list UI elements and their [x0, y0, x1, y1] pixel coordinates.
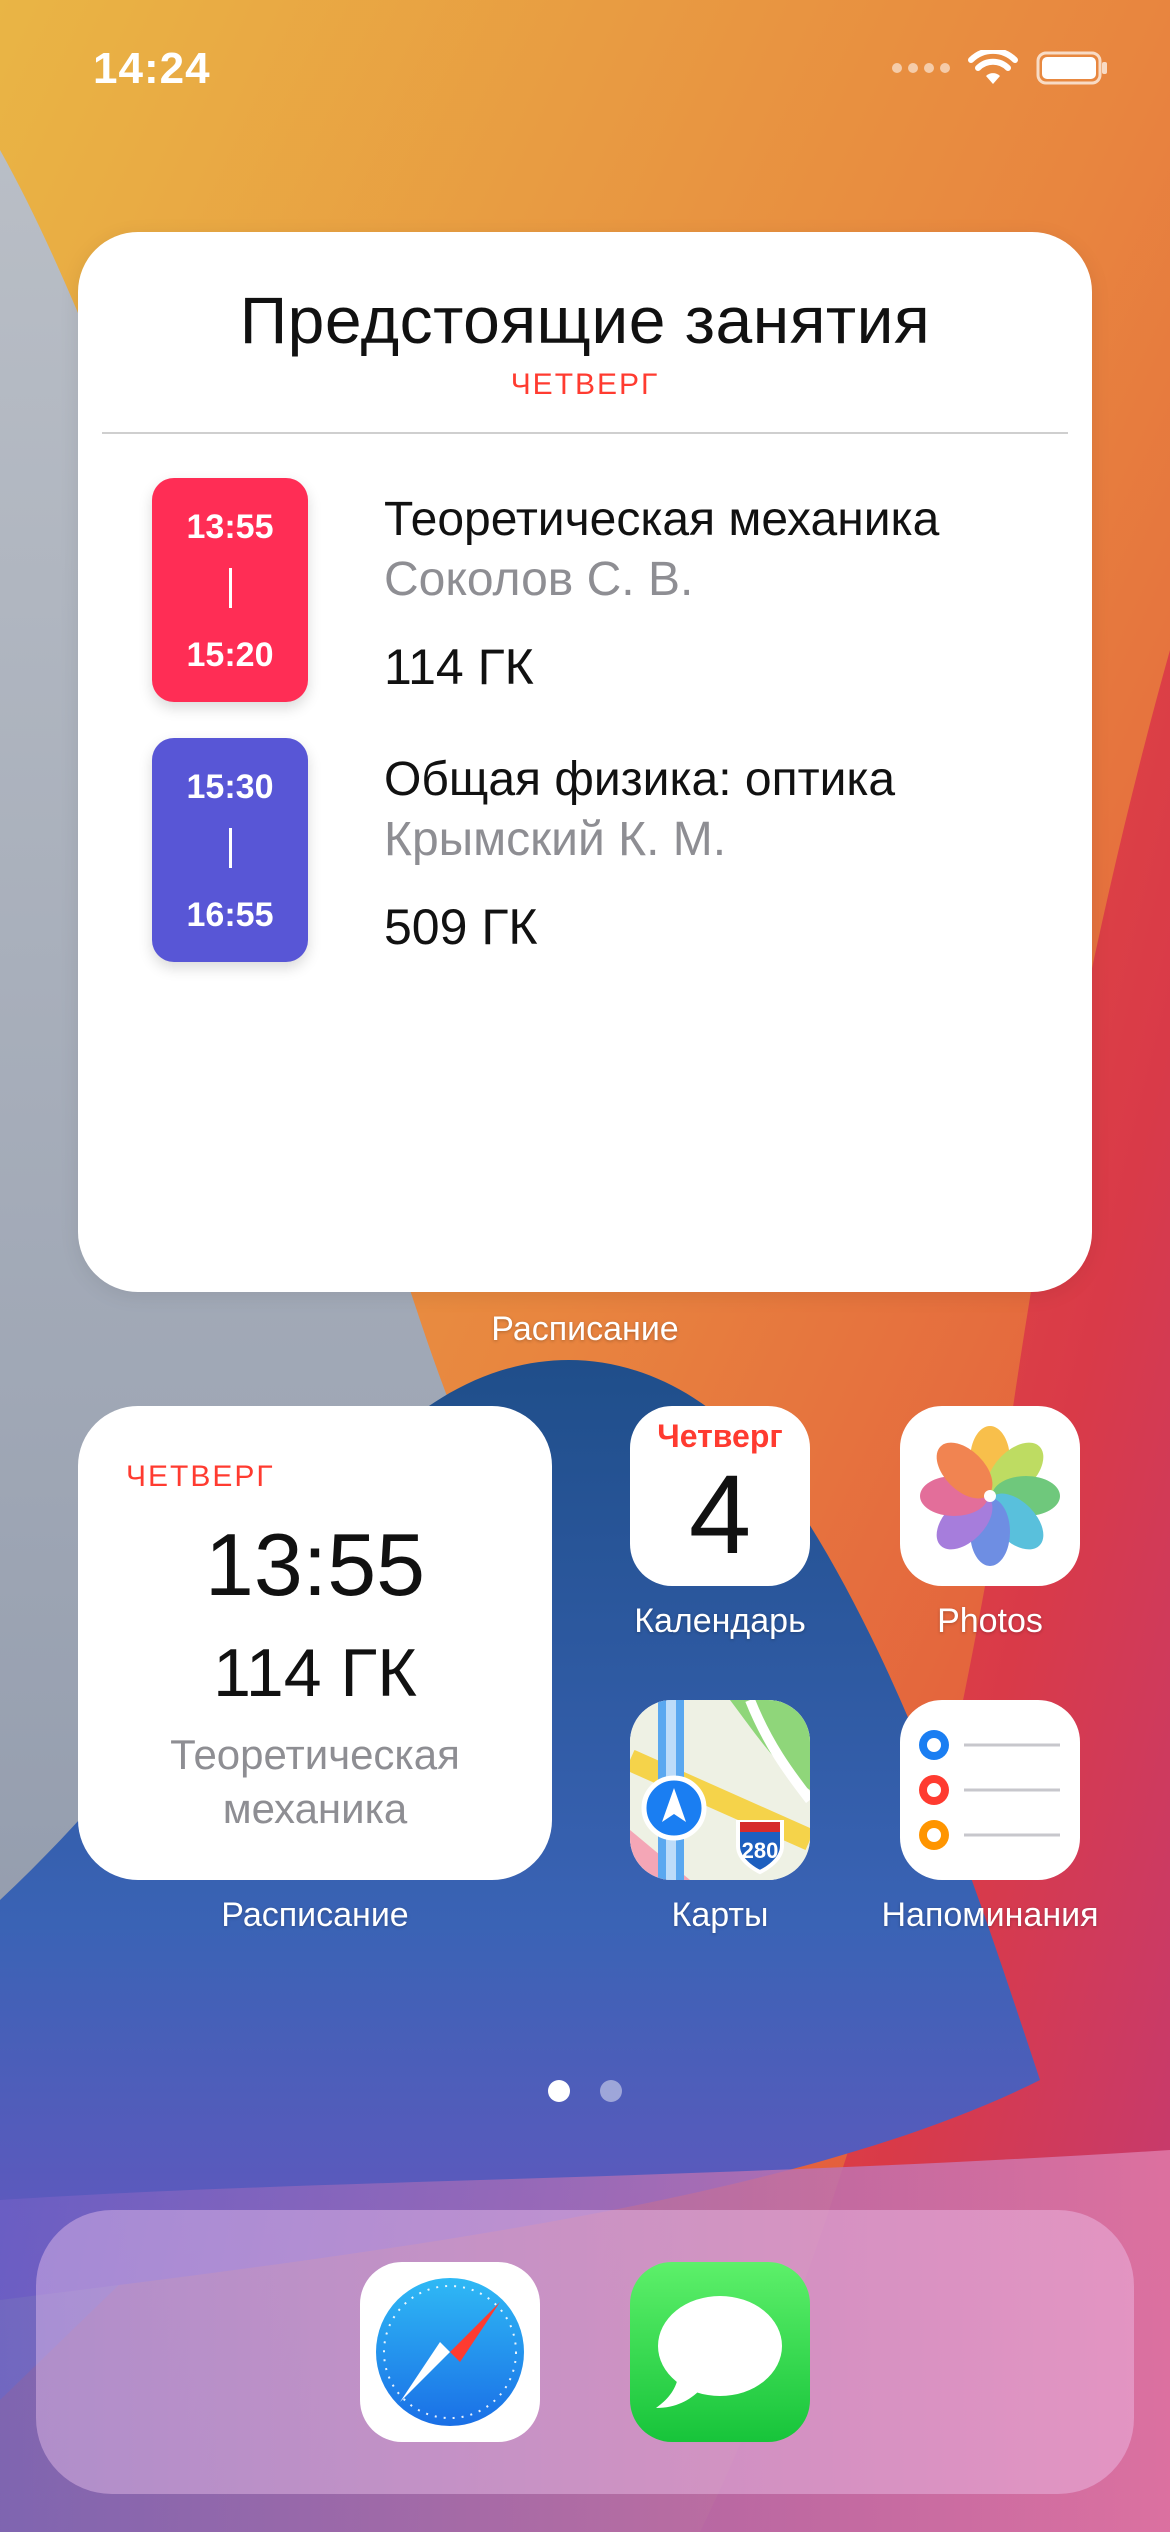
calendar-app-icon[interactable]: Четверг 4	[630, 1406, 810, 1586]
next-lesson-time: 13:55	[204, 1515, 426, 1614]
lesson-end-time: 16:55	[186, 896, 274, 934]
lesson-teacher: Крымский К. М.	[384, 813, 727, 866]
safari-compass-icon	[376, 2278, 524, 2426]
lesson-item[interactable]: 13:55 15:20 Теоретическая механика Сокол…	[152, 478, 1052, 708]
widget-small-label: Расписание	[221, 1896, 409, 1934]
photos-app-label[interactable]: Photos	[870, 1602, 1110, 1641]
calendar-app-label[interactable]: Календарь	[600, 1602, 840, 1641]
lesson-start-time: 13:55	[186, 508, 274, 546]
maps-app-label[interactable]: Карты	[600, 1896, 840, 1935]
reminders-app-label[interactable]: Напоминания	[850, 1896, 1130, 1935]
lesson-end-time: 15:20	[186, 636, 274, 674]
widget-large-label: Расписание	[491, 1310, 679, 1348]
messages-app-icon[interactable]	[630, 2262, 810, 2442]
time-separator	[229, 568, 232, 608]
lesson-subject: Теоретическая механика	[384, 493, 940, 546]
wifi-icon	[968, 50, 1018, 84]
reminders-list-icon	[919, 1730, 1060, 1850]
lesson-room: 509 ГК	[384, 899, 538, 955]
lesson-subject: Общая физика: оптика	[384, 753, 896, 806]
safari-app-icon[interactable]	[360, 2262, 540, 2442]
maps-icon: 280	[630, 1700, 810, 1880]
battery-icon	[1036, 51, 1107, 85]
schedule-widget-small[interactable]: ЧЕТВЕРГ 13:55 114 ГК Теоретическая механ…	[78, 1406, 552, 1880]
lesson-room: 114 ГК	[384, 639, 534, 695]
time-badge: 13:55 15:20	[152, 478, 308, 702]
next-lesson-subject: Теоретическая механика	[170, 1731, 460, 1832]
status-icons	[892, 50, 1110, 86]
message-bubble-icon	[656, 2296, 782, 2408]
maps-app-icon[interactable]: 280	[630, 1700, 810, 1880]
photos-flower-icon	[920, 1426, 1060, 1566]
page-dot-active[interactable]	[548, 2080, 570, 2102]
divider	[102, 432, 1068, 434]
status-time: 14:24	[93, 44, 211, 93]
widget-title: Предстоящие занятия	[239, 283, 931, 357]
widget-day: ЧЕТВЕРГ	[510, 368, 660, 401]
page-indicator[interactable]	[0, 2080, 1170, 2102]
cellular-signal-icon	[892, 63, 950, 73]
time-badge: 15:30 16:55	[152, 738, 308, 962]
lesson-item[interactable]: 15:30 16:55 Общая физика: оптика Крымски…	[152, 738, 1052, 968]
lesson-start-time: 15:30	[186, 768, 274, 806]
page-dot[interactable]	[600, 2080, 622, 2102]
maps-shield-number: 280	[742, 1838, 779, 1863]
lesson-teacher: Соколов С. В.	[384, 553, 694, 606]
time-separator	[229, 828, 232, 868]
schedule-widget-large[interactable]: Предстоящие занятия ЧЕТВЕРГ 13:55 15:20 …	[78, 232, 1092, 1292]
photos-app-icon[interactable]	[900, 1406, 1080, 1586]
widget-day: ЧЕТВЕРГ	[126, 1460, 275, 1493]
dock	[36, 2210, 1134, 2494]
calendar-icon-date: 4	[688, 1452, 752, 1577]
next-lesson-room: 114 ГК	[213, 1635, 417, 1711]
reminders-app-icon[interactable]	[900, 1700, 1080, 1880]
